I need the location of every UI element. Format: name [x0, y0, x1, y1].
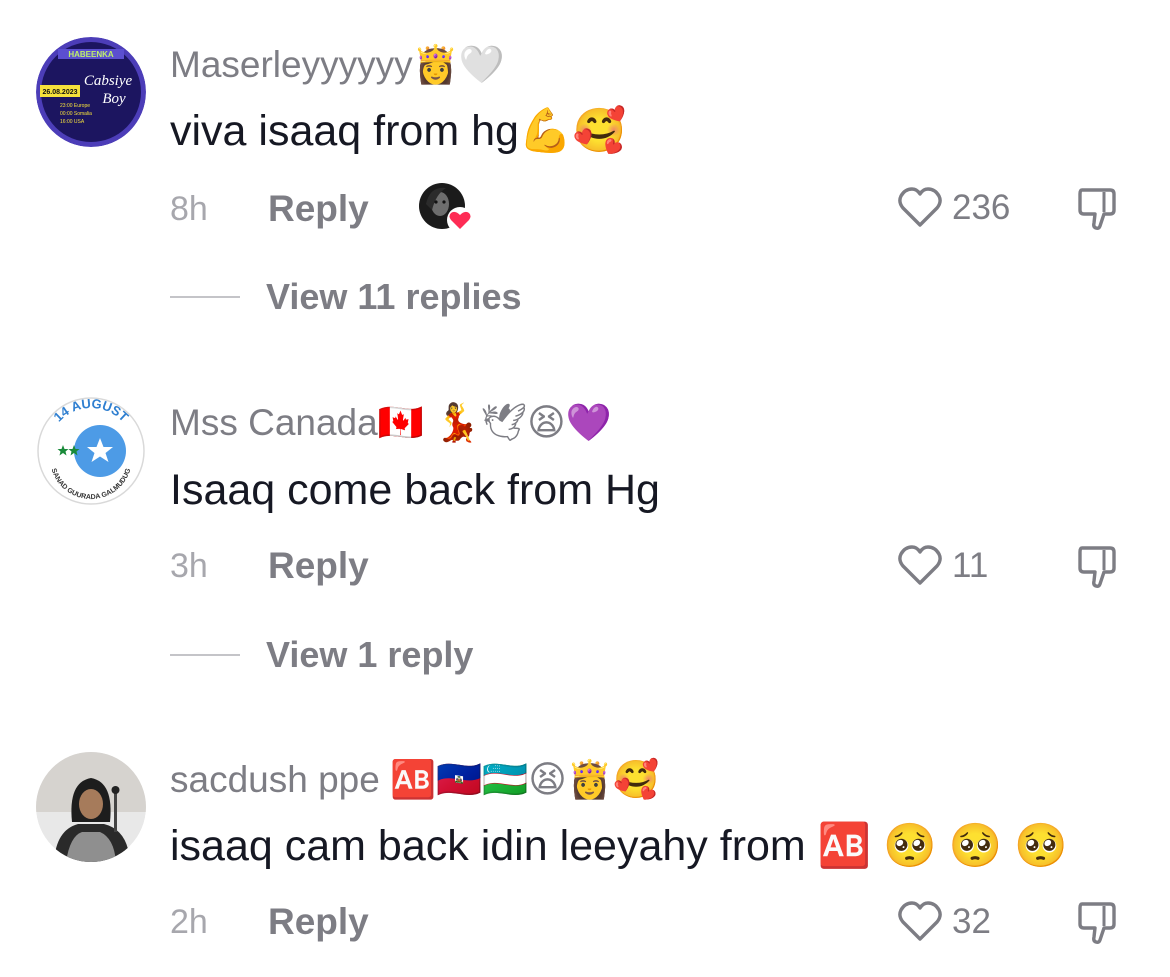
- dislike-button[interactable]: [1076, 900, 1122, 951]
- like-button[interactable]: 32: [896, 899, 991, 943]
- creator-liked-badge: [418, 180, 474, 236]
- comment-username[interactable]: Maserleyyyyyy👸🤍: [170, 46, 505, 83]
- comment-time: 2h: [170, 903, 208, 941]
- avatar-date: 26.08.2023: [42, 89, 77, 96]
- avatar-brand1: Cabsiye: [84, 73, 133, 89]
- view-replies-divider: [170, 654, 240, 656]
- dislike-button[interactable]: [1076, 186, 1122, 237]
- comment-time: 8h: [170, 190, 208, 228]
- comment-item: 14 AUGUST SANAD GUURADA GALMUDUG Mss Can…: [0, 360, 1170, 700]
- comment-item: sacdush ppe 🆎🇭🇹🇺🇿😫👸🥰 isaaq cam back idin…: [0, 720, 1170, 977]
- comment-text: Isaaq come back from Hg: [170, 466, 660, 514]
- avatar-sched3: 16:00 USA: [60, 119, 85, 125]
- avatar-image: [36, 752, 146, 862]
- like-count: 11: [952, 545, 989, 585]
- dislike-button[interactable]: [1076, 544, 1122, 595]
- avatar[interactable]: 14 AUGUST SANAD GUURADA GALMUDUG: [36, 396, 146, 506]
- like-button[interactable]: 11: [896, 543, 988, 587]
- avatar-image: HABEENKA 26.08.2023 Cabsiye Boy 23:00 Eu…: [36, 37, 146, 147]
- view-replies-label: View 11 replies: [266, 276, 522, 317]
- avatar-line1: HABEENKA: [68, 50, 114, 59]
- avatar-image: 14 AUGUST SANAD GUURADA GALMUDUG: [36, 396, 146, 506]
- avatar[interactable]: [36, 752, 146, 862]
- creator-avatar: [419, 183, 473, 233]
- like-button[interactable]: 236: [896, 185, 1010, 229]
- comment-text: viva isaaq from hg💪🥰: [170, 107, 627, 155]
- heart-outline-icon: [898, 187, 942, 227]
- thumbs-down-outline-icon: [1078, 546, 1116, 588]
- comment-time: 3h: [170, 547, 208, 585]
- thumbs-down-outline-icon: [1078, 188, 1116, 230]
- comment-text: isaaq cam back idin leeyahy from 🆎 🥺 🥺 🥺: [170, 822, 1068, 870]
- like-count: 32: [952, 901, 991, 941]
- view-replies-label: View 1 reply: [266, 634, 474, 675]
- thumbs-down-outline-icon: [1078, 902, 1116, 944]
- view-replies-button[interactable]: View 11 replies: [170, 279, 522, 315]
- avatar[interactable]: HABEENKA 26.08.2023 Cabsiye Boy 23:00 Eu…: [36, 37, 146, 147]
- reply-button[interactable]: Reply: [268, 190, 369, 227]
- comment-username[interactable]: Mss Canada🇨🇦 💃🕊😫💜: [170, 404, 612, 441]
- view-replies-divider: [170, 296, 240, 298]
- avatar-brand2: Boy: [102, 91, 126, 107]
- view-replies-button[interactable]: View 1 reply: [170, 637, 473, 673]
- comment-item: HABEENKA 26.08.2023 Cabsiye Boy 23:00 Eu…: [0, 0, 1170, 340]
- creator-liked-heart-icon: [447, 207, 473, 233]
- reply-button[interactable]: Reply: [268, 547, 369, 584]
- avatar-sched2: 00:00 Somalia: [60, 111, 92, 117]
- heart-outline-icon: [898, 545, 942, 585]
- comment-username[interactable]: sacdush ppe 🆎🇭🇹🇺🇿😫👸🥰: [170, 761, 659, 798]
- avatar-sched1: 23:00 Europe: [60, 103, 90, 109]
- like-count: 236: [952, 187, 1011, 227]
- reply-button[interactable]: Reply: [268, 903, 369, 940]
- heart-outline-icon: [898, 901, 942, 941]
